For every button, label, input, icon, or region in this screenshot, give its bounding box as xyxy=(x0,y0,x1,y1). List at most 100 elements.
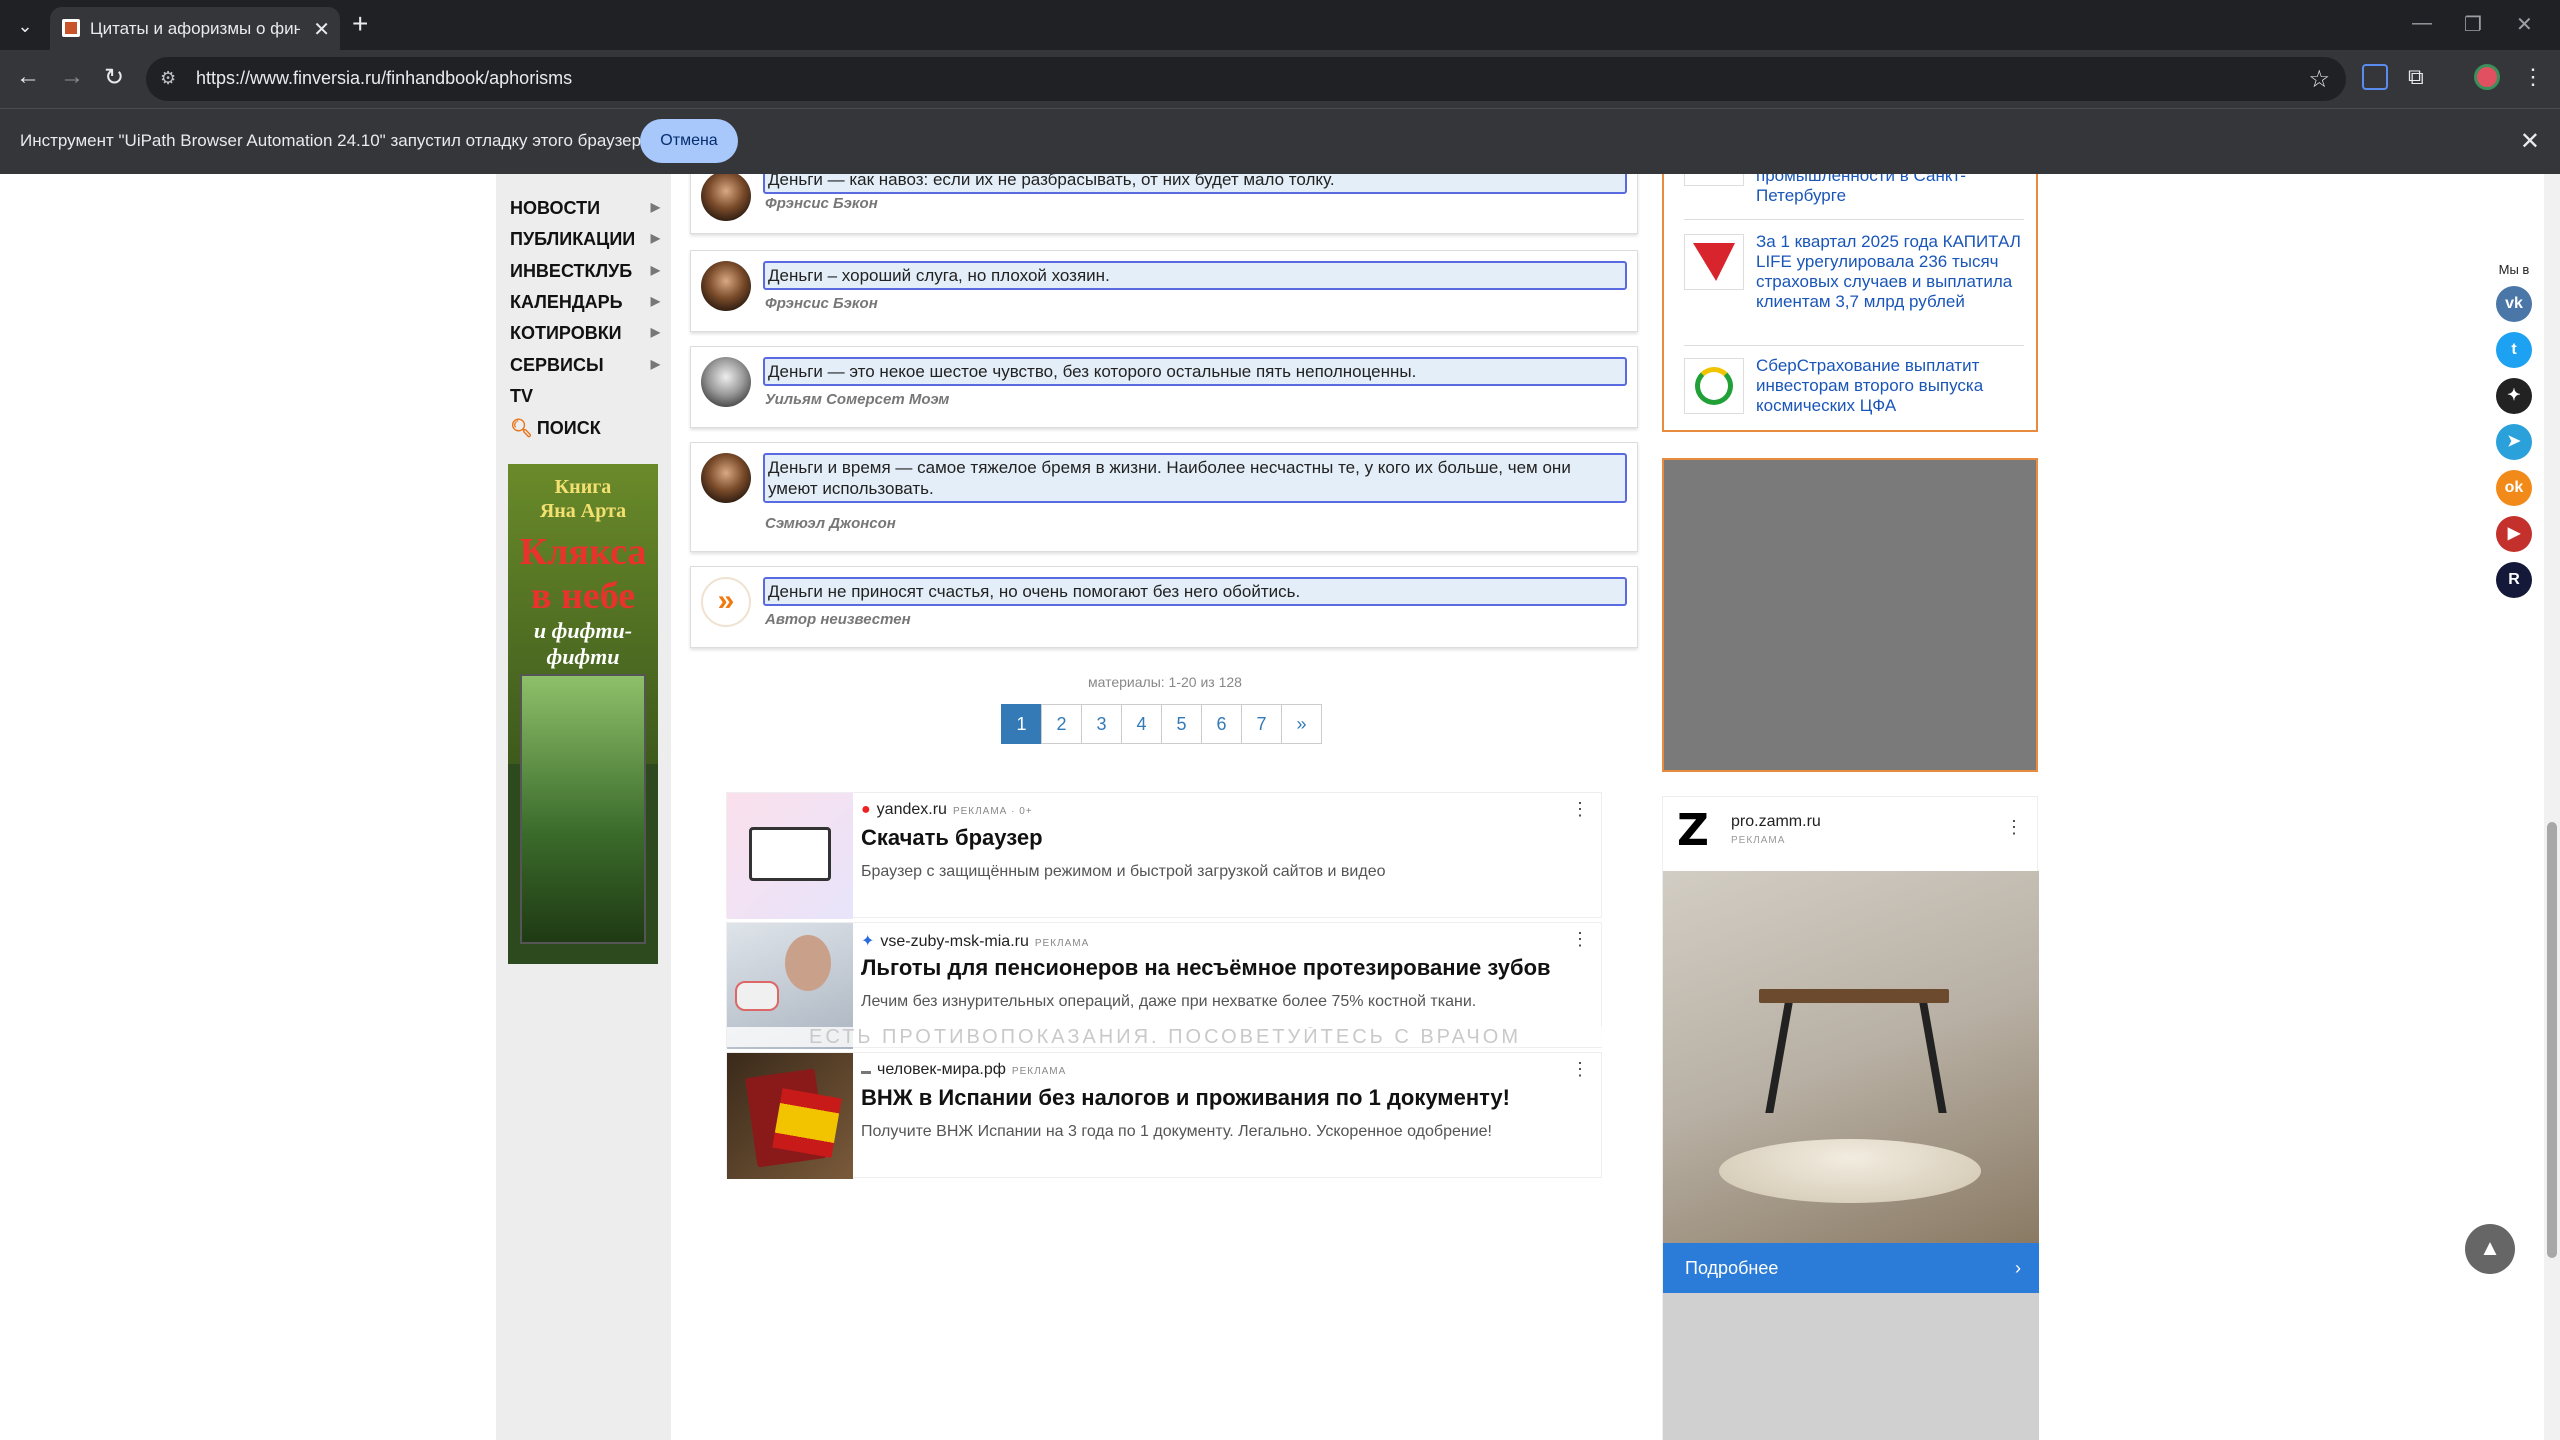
quote-text[interactable]: Деньги — как навоз: если их не разбрасыв… xyxy=(763,174,1627,194)
ad-title[interactable]: Скачать браузер xyxy=(861,825,1043,851)
menu-item-label: TV xyxy=(510,386,534,406)
menu-item-publications[interactable]: ПУБЛИКАЦИИ ▶ xyxy=(510,229,660,253)
odnoklassniki-icon[interactable]: ok xyxy=(2496,470,2532,506)
scroll-to-top-icon[interactable]: ▲ xyxy=(2465,1224,2515,1274)
menu-item-services[interactable]: СЕРВИСЫ ▶ xyxy=(510,355,660,379)
ad-more-icon[interactable]: ⋮ xyxy=(2005,817,2023,838)
window-close-icon[interactable]: ✕ xyxy=(2516,12,2533,37)
menu-item-calendar[interactable]: КАЛЕНДАРЬ ▶ xyxy=(510,292,660,316)
ad-more-icon[interactable]: ⋮ xyxy=(1571,929,1589,950)
quote-text[interactable]: Деньги — это некое шестое чувство, без к… xyxy=(763,357,1627,386)
browser-menu-icon[interactable]: ⋮ xyxy=(2520,64,2546,90)
gray-ad-placeholder[interactable] xyxy=(1662,458,2038,772)
ad-dental[interactable]: ✦ vse-zuby-msk-mia.ru РЕКЛАМА Льготы для п… xyxy=(726,922,1603,1049)
news-link[interactable]: промышленности в Санкт-Петербурге xyxy=(1756,174,2024,206)
twitter-icon[interactable]: t xyxy=(2496,332,2532,368)
vk-icon[interactable]: vk xyxy=(2496,286,2532,322)
quote-author[interactable]: Уильям Сомерсет Моэм xyxy=(765,391,949,408)
ad-zamm[interactable]: Z pro.zamm.ru РЕКЛАМА ⋮ Подробнее › xyxy=(1662,796,2039,1440)
news-link[interactable]: За 1 квартал 2025 года КАПИТАЛ LIFE урег… xyxy=(1756,232,2024,312)
ad-title[interactable]: Льготы для пенсионеров на несъёмное прот… xyxy=(861,955,1551,981)
ad-more-icon[interactable]: ⋮ xyxy=(1571,1059,1589,1080)
ad-yandex[interactable]: ● yandex.ru РЕКЛАМА · 0+ Скачать браузер Б… xyxy=(726,792,1602,919)
page-button-4[interactable]: 4 xyxy=(1121,704,1162,744)
page-button-2[interactable]: 2 xyxy=(1041,704,1082,744)
menu-item-tv[interactable]: TV xyxy=(510,386,660,410)
menu-item-label: ПОИСК xyxy=(536,418,601,438)
tab-search-chevron-icon[interactable]: ⌄ xyxy=(10,12,40,40)
bookmark-star-icon[interactable]: ☆ xyxy=(2308,65,2330,94)
quote-card: Деньги — это некое шестое чувство, без к… xyxy=(690,346,1638,428)
extensions-puzzle-icon[interactable]: ⧉ xyxy=(2408,64,2434,90)
browser-tab-active[interactable]: Цитаты и афоризмы о финанс ✕ xyxy=(50,7,340,50)
table-top-shape xyxy=(1759,989,1949,1003)
uipath-extension-icon[interactable] xyxy=(2362,64,2388,90)
book-author-line: Яна Арта xyxy=(539,500,627,522)
news-item[interactable]: За 1 квартал 2025 года КАПИТАЛ LIFE урег… xyxy=(1684,228,2024,346)
page-next-button[interactable]: » xyxy=(1281,704,1322,744)
site-info-icon[interactable]: ⚙ xyxy=(160,68,176,89)
ad-more-icon[interactable]: ⋮ xyxy=(1571,799,1589,820)
menu-item-quotes[interactable]: КОТИРОВКИ ▶ xyxy=(510,323,660,347)
page-button-1[interactable]: 1 xyxy=(1001,704,1042,744)
book-cover-image xyxy=(520,674,646,944)
menu-item-label: КАЛЕНДАРЬ xyxy=(510,292,623,312)
news-thumbnail xyxy=(1684,174,1744,186)
youtube-icon[interactable]: ▶ xyxy=(2496,516,2532,552)
infobar-cancel-button[interactable]: Отмена xyxy=(640,119,738,163)
page-scrollbar[interactable] xyxy=(2544,174,2560,1440)
ad-more-button[interactable]: Подробнее › xyxy=(1663,1243,2039,1293)
page-button-6[interactable]: 6 xyxy=(1201,704,1242,744)
debug-infobar: Инструмент "UiPath Browser Automation 24… xyxy=(0,108,2560,174)
red-check-shape xyxy=(1693,243,1735,281)
quote-author[interactable]: Фрэнсис Бэкон xyxy=(765,295,878,312)
address-bar[interactable]: ⚙ https://www.finversia.ru/finhandbook/a… xyxy=(146,57,2346,101)
ad-title[interactable]: ВНЖ в Испании без налогов и проживания п… xyxy=(861,1085,1510,1111)
infobar-close-icon[interactable]: ✕ xyxy=(2520,127,2540,156)
ad-disclaimer: ЕСТЬ ПРОТИВОПОКАЗАНИЯ. ПОСОВЕТУЙТЕСЬ С В… xyxy=(727,1027,1603,1047)
forward-arrow-icon[interactable]: → xyxy=(60,63,84,91)
minimize-icon[interactable]: — xyxy=(2412,12,2432,35)
telegram-icon[interactable]: ➤ xyxy=(2496,424,2532,460)
book-banner-ad[interactable]: Книга Яна Арта Клякса в небе и фифти- фи… xyxy=(508,464,658,964)
profile-avatar-icon[interactable] xyxy=(2474,64,2500,90)
scrollbar-thumb[interactable] xyxy=(2547,822,2557,1258)
browser-toolbar: ← → ↻ ⚙ https://www.finversia.ru/finhand… xyxy=(0,50,2560,108)
menu-item-search[interactable]: 🔍︎ ПОИСК xyxy=(510,418,660,442)
menu-item-news[interactable]: НОВОСТИ ▶ xyxy=(510,198,660,222)
rutube-icon[interactable]: R xyxy=(2496,562,2532,598)
menu-item-investclub[interactable]: ИНВЕСТКЛУБ ▶ xyxy=(510,261,660,285)
quote-author[interactable]: Автор неизвестен xyxy=(765,611,911,628)
ad-domain-text: pro.zamm.ru xyxy=(1731,813,1821,830)
reload-icon[interactable]: ↻ xyxy=(104,63,124,92)
news-item[interactable]: СберСтрахование выплатит инвесторам втор… xyxy=(1684,352,2024,430)
news-link[interactable]: СберСтрахование выплатит инвесторам втор… xyxy=(1756,356,2024,416)
news-item[interactable]: промышленности в Санкт-Петербурге xyxy=(1684,174,2024,220)
quote-author[interactable]: Сэмюэл Джонсон xyxy=(765,515,896,532)
new-tab-plus-icon[interactable]: + xyxy=(352,10,368,38)
quote-text[interactable]: Деньги – хороший слуга, но плохой хозяин… xyxy=(763,261,1627,290)
ad-domain-text: yandex.ru xyxy=(876,801,947,818)
tab-close-icon[interactable]: ✕ xyxy=(313,17,330,42)
page-content: НОВОСТИ ▶ ПУБЛИКАЦИИ ▶ ИНВЕСТКЛУБ ▶ КАЛЕНДА… xyxy=(0,174,2560,1440)
zen-icon[interactable]: ✦ xyxy=(2496,378,2532,414)
page-button-3[interactable]: 3 xyxy=(1081,704,1122,744)
url-text[interactable]: https://www.finversia.ru/finhandbook/aph… xyxy=(196,68,572,89)
quote-author[interactable]: Фрэнсис Бэкон xyxy=(765,195,878,212)
back-arrow-icon[interactable]: ← xyxy=(16,63,40,91)
menu-item-label: КОТИРОВКИ xyxy=(510,323,622,343)
maximize-icon[interactable]: ❐ xyxy=(2464,12,2482,37)
page-button-5[interactable]: 5 xyxy=(1161,704,1202,744)
quote-text[interactable]: Деньги не приносят счастья, но очень пом… xyxy=(763,577,1627,606)
news-box: промышленности в Санкт-Петербурге За 1 к… xyxy=(1662,174,2038,432)
laptop-icon xyxy=(749,827,831,881)
ad-domain: ✦ vse-zuby-msk-mia.ru РЕКЛАМА xyxy=(861,931,1089,951)
teeth-model xyxy=(735,981,779,1011)
author-avatar xyxy=(701,261,751,311)
menu-item-label: СЕРВИСЫ xyxy=(510,355,604,375)
author-avatar xyxy=(701,357,751,407)
page-button-7[interactable]: 7 xyxy=(1241,704,1282,744)
ad-spain[interactable]: ▬ человек-мира.рф РЕКЛАМА ВНЖ в Испании бе… xyxy=(726,1052,1602,1179)
quote-text[interactable]: Деньги и время — самое тяжелое бремя в ж… xyxy=(763,453,1627,503)
sparkle-icon: ✦ xyxy=(861,933,875,950)
